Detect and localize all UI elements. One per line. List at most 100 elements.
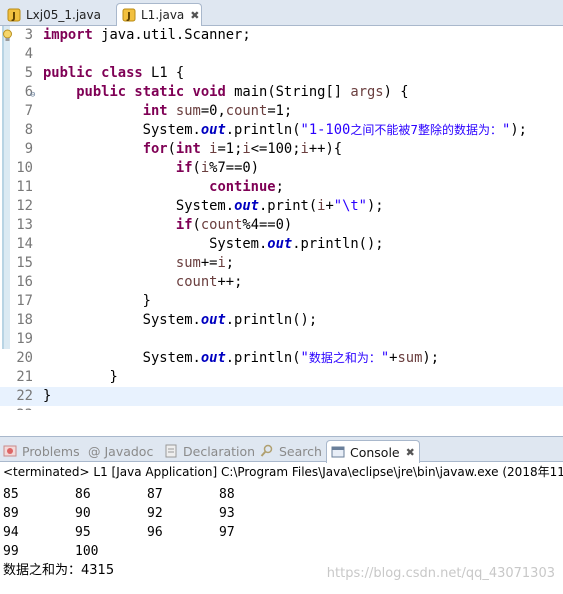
line-number: 9 — [24, 141, 33, 157]
code-text: System.out.println(); — [43, 311, 317, 330]
change-marker — [2, 292, 10, 311]
code-token: int — [175, 141, 201, 157]
line-number: 23 — [12, 406, 33, 410]
code-token: ) { — [383, 84, 409, 100]
console-value: 100 — [75, 544, 99, 559]
line-number: 3 — [24, 27, 33, 43]
tab-console[interactable]: Console ✖ — [326, 440, 420, 463]
code-token: .print( — [258, 198, 318, 214]
tab-l1-java[interactable]: J L1.java ✖ — [116, 3, 202, 26]
code-editor[interactable]: 3 import java.util.Scanner; 4 5 public class… — [0, 26, 563, 410]
tab-javadoc[interactable]: @ Javadoc — [88, 441, 153, 461]
editor-tab-bar: J Lxj05_1.java J L1.java ✖ — [0, 0, 563, 26]
tab-label: Search — [279, 443, 322, 459]
code-token: L1 { — [142, 65, 185, 81]
code-line[interactable]: 6 public static void main(String[] args)… — [0, 83, 563, 102]
code-text: for(int i=1;i<=100;i++){ — [43, 140, 342, 159]
change-marker — [2, 216, 10, 235]
change-marker — [2, 45, 10, 64]
code-token: public — [43, 65, 93, 81]
code-text: if(count%4==0) — [43, 216, 292, 235]
code-text: continue; — [43, 178, 284, 197]
code-line[interactable]: 22} — [0, 387, 563, 406]
code-line[interactable]: 18 System.out.println(); — [0, 311, 563, 330]
code-text: count++; — [43, 273, 242, 292]
code-token: ++; — [217, 274, 243, 290]
tab-declaration[interactable]: Declaration — [164, 441, 255, 461]
console-value: 96 — [147, 525, 163, 540]
code-token: import — [43, 27, 93, 43]
line-number: 17 — [16, 293, 33, 309]
code-line[interactable]: 23 — [0, 406, 563, 410]
code-line[interactable]: 19 — [0, 330, 563, 349]
code-line[interactable]: 14 System.out.println(); — [0, 235, 563, 254]
code-token: java.util.Scanner; — [92, 27, 251, 43]
change-marker — [2, 273, 10, 292]
code-line[interactable]: 7 int sum=0,count=1; — [0, 102, 563, 121]
console-value: 99 — [3, 544, 19, 559]
tab-label: @ Javadoc — [88, 443, 154, 459]
code-text: sum+=i; — [43, 254, 234, 273]
code-token: .println(); — [292, 236, 384, 252]
console-status: <terminated> L1 [Java Application] C:\Pr… — [3, 465, 563, 479]
console-line: 99 100 — [0, 542, 563, 561]
code-token: System. — [43, 236, 268, 252]
change-marker — [2, 197, 10, 216]
tab-problems[interactable]: Problems — [3, 441, 80, 461]
code-line[interactable]: 13 if(count%4==0) — [0, 216, 563, 235]
change-marker — [2, 235, 10, 254]
code-line[interactable]: 5 public class L1 { — [0, 64, 563, 83]
tab-lxj05-1-java[interactable]: J Lxj05_1.java — [2, 3, 114, 26]
code-token: out — [267, 236, 293, 252]
code-text: System.out.println("数据之和为："+sum); — [43, 349, 439, 368]
console-value: 86 — [75, 487, 91, 502]
code-line[interactable]: 10 if(i%7==0) — [0, 159, 563, 178]
code-line[interactable]: 9 for(int i=1;i<=100;i++){ — [0, 140, 563, 159]
warning-icon[interactable] — [2, 29, 13, 42]
code-token: System. — [43, 312, 201, 328]
close-icon[interactable]: ✖ — [190, 9, 199, 22]
line-number: 4 — [24, 46, 33, 62]
code-line[interactable]: 16 count++; — [0, 273, 563, 292]
change-marker — [2, 121, 10, 140]
line-number: 19 — [16, 331, 33, 347]
code-line[interactable]: 11 continue; — [0, 178, 563, 197]
close-icon[interactable]: ✖ — [406, 446, 415, 459]
code-token: ; — [275, 179, 284, 195]
code-token: i — [242, 141, 251, 157]
code-token: count — [225, 103, 268, 119]
code-line[interactable]: 17 } — [0, 292, 563, 311]
java-file-icon: J — [7, 8, 21, 22]
code-token: "1-100 — [300, 122, 351, 138]
console-value: 87 — [147, 487, 163, 502]
code-line[interactable]: 21 } — [0, 368, 563, 387]
line-number: 16 — [16, 274, 33, 290]
svg-text:J: J — [126, 11, 131, 22]
change-marker — [2, 254, 10, 273]
code-line[interactable]: 15 sum+=i; — [0, 254, 563, 273]
code-line[interactable]: 8 System.out.println("1-100之间不能被7整除的数据为：… — [0, 121, 563, 140]
code-line[interactable]: 4 — [0, 45, 563, 64]
code-token: ); — [422, 350, 440, 366]
code-line[interactable]: 20 System.out.println("数据之和为："+sum); — [0, 349, 563, 368]
code-token: count — [175, 274, 218, 290]
code-line[interactable]: 3 import java.util.Scanner; — [0, 26, 563, 45]
code-token: } — [43, 369, 118, 385]
code-token: if — [175, 217, 193, 233]
console-value: 94 — [3, 525, 19, 540]
code-token: main(String[] — [225, 84, 351, 100]
code-token: void — [192, 84, 226, 100]
change-marker — [2, 83, 10, 102]
code-token: int — [142, 103, 168, 119]
code-token: ( — [167, 141, 176, 157]
line-number: 12 — [16, 198, 33, 214]
code-line[interactable]: 12 System.out.print(i+"\t"); — [0, 197, 563, 216]
code-token: out — [234, 198, 259, 214]
code-token: .println( — [225, 350, 301, 366]
code-token: ( — [192, 217, 201, 233]
tab-search[interactable]: Search — [260, 441, 322, 461]
